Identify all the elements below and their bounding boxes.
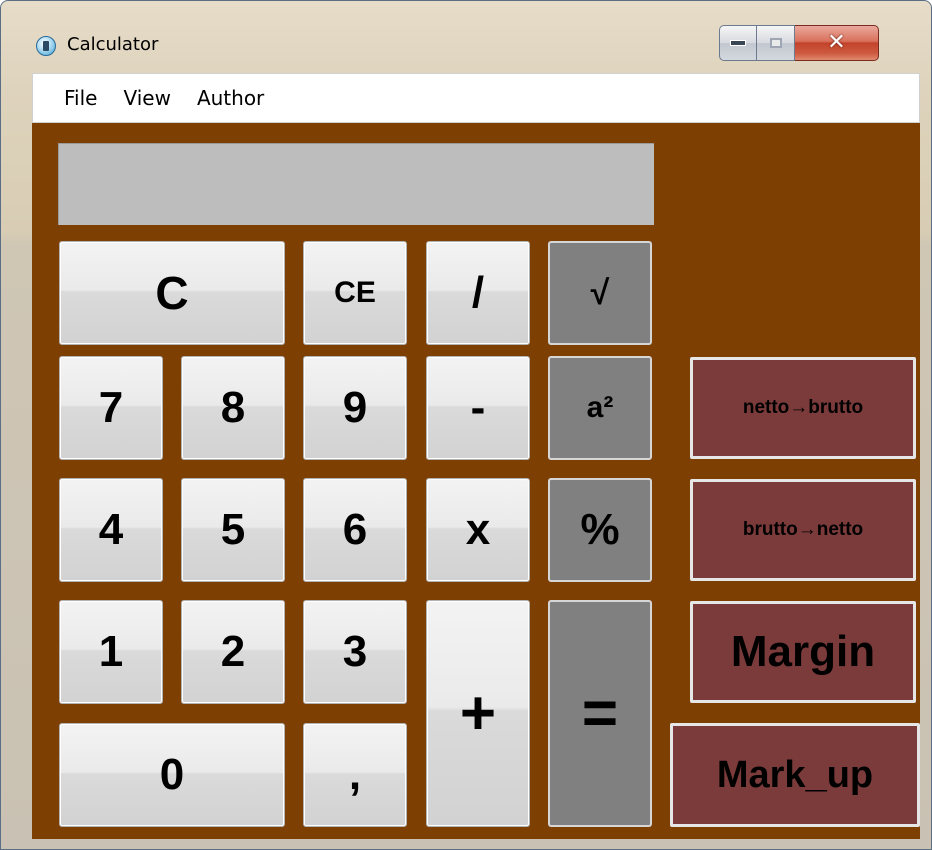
sqrt-button[interactable]: √: [548, 241, 652, 345]
calculator-app-icon: [36, 36, 56, 56]
equals-button[interactable]: =: [548, 600, 652, 827]
mark-up-button[interactable]: Mark_up: [670, 723, 920, 827]
comma-button[interactable]: ,: [303, 723, 407, 827]
digit-5-button[interactable]: 5: [181, 478, 285, 582]
minus-button[interactable]: -: [426, 356, 530, 460]
digit-3-button[interactable]: 3: [303, 600, 407, 704]
digit-1-button[interactable]: 1: [59, 600, 163, 704]
digit-6-button[interactable]: 6: [303, 478, 407, 582]
close-button[interactable]: ✕: [795, 25, 879, 61]
calculator-body: C CE / √ 7 8 9 - a² netto→brutto 4 5 6 x…: [32, 123, 920, 839]
digit-4-button[interactable]: 4: [59, 478, 163, 582]
menu-author[interactable]: Author: [197, 86, 264, 110]
digit-0-button[interactable]: 0: [59, 723, 285, 827]
maximize-icon: [769, 38, 782, 48]
maximize-button[interactable]: [757, 25, 795, 61]
percent-button[interactable]: %: [548, 478, 652, 582]
brutto-to-netto-button[interactable]: brutto→netto: [690, 479, 916, 581]
multiply-button[interactable]: x: [426, 478, 530, 582]
clear-entry-button[interactable]: CE: [303, 241, 407, 345]
netto-to-brutto-button[interactable]: netto→brutto: [690, 357, 916, 459]
calculator-window: Calculator ✕ File View Author C CE / √ 7…: [0, 0, 932, 850]
minimize-icon: [730, 40, 746, 46]
plus-button[interactable]: +: [426, 600, 530, 827]
divide-button[interactable]: /: [426, 241, 530, 345]
menu-file[interactable]: File: [64, 86, 97, 110]
menu-bar: File View Author: [32, 73, 920, 123]
clear-button[interactable]: C: [59, 241, 285, 345]
menu-view[interactable]: View: [123, 86, 170, 110]
result-display: [58, 143, 654, 225]
close-icon: ✕: [827, 30, 846, 55]
minimize-button[interactable]: [719, 25, 757, 61]
margin-button[interactable]: Margin: [690, 601, 916, 703]
title-bar[interactable]: Calculator ✕: [1, 1, 931, 73]
window-title: Calculator: [67, 34, 159, 55]
digit-9-button[interactable]: 9: [303, 356, 407, 460]
digit-2-button[interactable]: 2: [181, 600, 285, 704]
digit-8-button[interactable]: 8: [181, 356, 285, 460]
digit-7-button[interactable]: 7: [59, 356, 163, 460]
square-button[interactable]: a²: [548, 356, 652, 460]
